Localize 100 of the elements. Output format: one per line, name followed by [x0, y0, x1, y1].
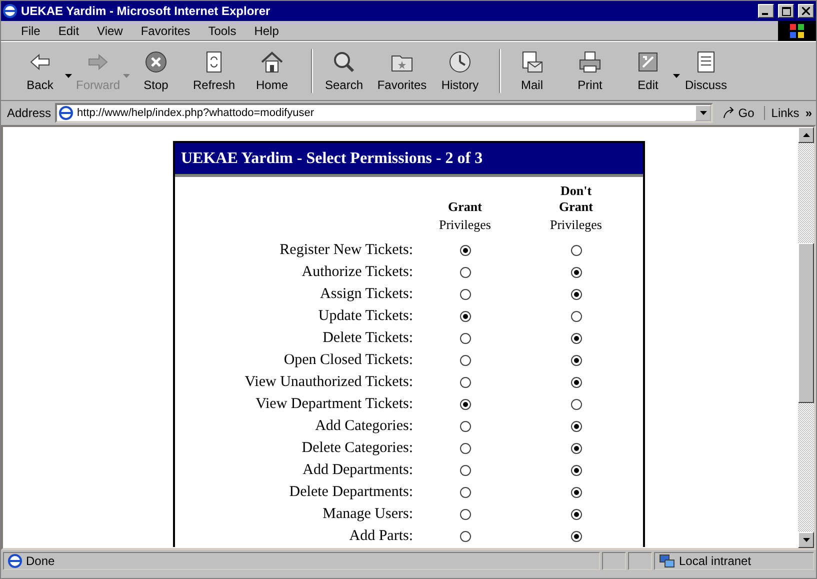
- radio-button[interactable]: [570, 244, 582, 256]
- radio-button[interactable]: [460, 244, 470, 256]
- toolbar-button[interactable]: Home: [247, 45, 297, 97]
- radio-button[interactable]: [460, 376, 470, 388]
- column-heading: Grant: [447, 199, 483, 215]
- menu-item[interactable]: Help: [246, 24, 287, 38]
- radio-button[interactable]: [460, 442, 470, 454]
- maximize-icon: [782, 6, 790, 16]
- radio-button[interactable]: [460, 530, 470, 542]
- toolbar-button[interactable]: Search: [319, 45, 369, 97]
- column-subheading: Privileges: [550, 216, 602, 234]
- address-label: Address: [7, 106, 52, 120]
- dropdown-button[interactable]: [695, 105, 712, 121]
- radio-button[interactable]: [570, 508, 582, 520]
- radio-button[interactable]: [460, 310, 470, 322]
- radio-button[interactable]: [570, 310, 582, 322]
- column-heading: Don't Grant: [558, 183, 594, 215]
- address-field[interactable]: http://www/help/index.php?whattodo=modifyuser: [55, 103, 714, 123]
- dropdown-caret-icon[interactable]: [673, 74, 680, 78]
- radio-button[interactable]: [570, 486, 582, 498]
- maximize-button[interactable]: [778, 4, 794, 18]
- zone-text: Local intranet: [679, 554, 752, 568]
- toolbar-button[interactable]: Refresh: [189, 45, 239, 97]
- browser-logo-icon: [59, 106, 74, 120]
- menu-item[interactable]: Edit: [50, 24, 88, 38]
- radio-button[interactable]: [460, 420, 470, 432]
- radio-button[interactable]: [570, 332, 582, 344]
- toolbar-button[interactable]: Mail: [507, 45, 557, 97]
- radio-button[interactable]: [460, 508, 470, 520]
- scroll-thumb[interactable]: [798, 243, 814, 403]
- menu-item[interactable]: File: [13, 24, 48, 38]
- toolbar-button[interactable]: Stop: [131, 45, 181, 97]
- radio-button[interactable]: [460, 464, 470, 476]
- toolbar-button[interactable]: Edit: [623, 45, 673, 97]
- permission-label: Delete Departments:: [288, 483, 413, 502]
- browser-logo-icon: [8, 554, 22, 568]
- column-subheading: Privileges: [439, 216, 491, 234]
- scroll-up-button[interactable]: [798, 127, 814, 143]
- arrow-icon: [723, 107, 736, 119]
- permission-label: Add Parts:: [348, 527, 413, 546]
- radio-button[interactable]: [460, 332, 470, 344]
- permission-label: Register New Tickets:: [278, 241, 413, 260]
- permission-label: Authorize Tickets:: [300, 263, 413, 282]
- go-button[interactable]: Go: [717, 106, 760, 120]
- permission-label: Update Tickets:: [317, 307, 413, 326]
- permission-label: View Unauthorized Tickets:: [244, 373, 413, 392]
- edit-icon: [636, 50, 660, 74]
- radio-button[interactable]: [570, 288, 582, 300]
- more-links-button[interactable]: »: [805, 106, 812, 120]
- window-title: UEKAE Yardim - Microsoft Internet Explorer: [21, 4, 272, 18]
- radio-button[interactable]: [570, 464, 582, 476]
- radio-button[interactable]: [570, 376, 582, 388]
- radio-button[interactable]: [460, 354, 470, 366]
- toolbar-button[interactable]: Back: [15, 45, 65, 97]
- permission-label: Add Departments:: [302, 461, 413, 480]
- radio-button[interactable]: [570, 354, 582, 366]
- radio-button[interactable]: [460, 398, 470, 410]
- scroll-down-button[interactable]: [798, 532, 814, 548]
- toolbar-button[interactable]: Favorites: [377, 45, 427, 97]
- radio-button[interactable]: [460, 266, 470, 278]
- radio-button[interactable]: [570, 398, 582, 410]
- down-arrow-icon: [802, 538, 810, 542]
- minimize-button[interactable]: [758, 4, 774, 18]
- permission-label: Open Closed Tickets:: [282, 351, 413, 370]
- panel-title: UEKAE Yardim - Select Permissions - 2 of 3: [175, 143, 643, 177]
- mail-icon: [520, 50, 544, 74]
- radio-button[interactable]: [570, 442, 582, 454]
- stop-icon: [144, 50, 168, 74]
- printer-icon: [578, 50, 602, 74]
- permission-label: Add Categories:: [314, 417, 413, 436]
- close-button[interactable]: [798, 4, 814, 18]
- close-icon: [802, 7, 810, 15]
- status-pane: [628, 552, 652, 570]
- links-button[interactable]: Links: [764, 106, 802, 120]
- status-pane: [602, 552, 626, 570]
- browser-logo-icon: [3, 4, 17, 18]
- permission-label: Assign Tickets:: [319, 285, 413, 304]
- clock-icon: [448, 50, 472, 74]
- radio-button[interactable]: [570, 530, 582, 542]
- permission-label: Delete Categories:: [300, 439, 413, 458]
- network-computer-icon: [659, 554, 675, 568]
- dropdown-caret-icon: [700, 110, 707, 114]
- radio-button[interactable]: [570, 420, 582, 432]
- search-icon: [332, 50, 356, 74]
- dropdown-caret-icon[interactable]: [65, 74, 72, 78]
- permission-label: Delete Tickets:: [322, 329, 413, 348]
- home-icon: [260, 50, 284, 74]
- up-arrow-icon: [802, 133, 810, 137]
- toolbar-button[interactable]: Print: [565, 45, 615, 97]
- menu-item[interactable]: Tools: [200, 24, 244, 38]
- radio-button[interactable]: [460, 486, 470, 498]
- radio-button[interactable]: [570, 266, 582, 278]
- toolbar-button[interactable]: History: [435, 45, 485, 97]
- toolbar-button[interactable]: Discuss: [681, 45, 731, 97]
- menu-item[interactable]: Favorites: [132, 24, 198, 38]
- status-text: Done: [26, 554, 55, 568]
- windows-logo-icon: [789, 22, 805, 38]
- radio-button[interactable]: [460, 288, 470, 300]
- scrollbar[interactable]: [798, 127, 814, 548]
- menu-item[interactable]: View: [89, 24, 131, 38]
